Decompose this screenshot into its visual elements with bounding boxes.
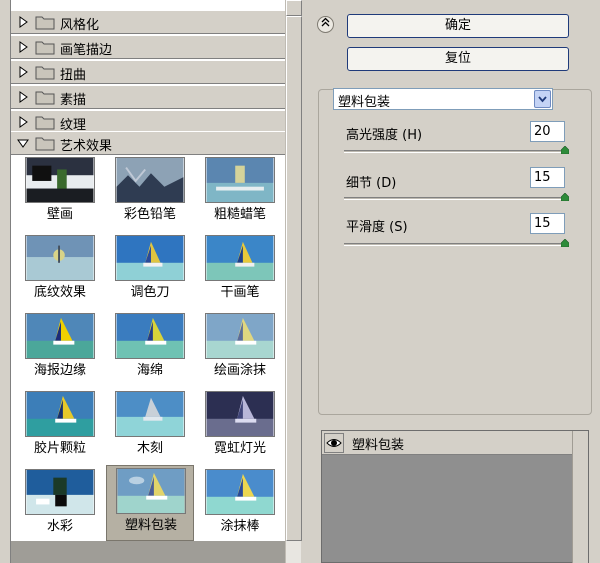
- collapse-gallery-button[interactable]: [317, 16, 334, 33]
- effect-layer-list: 塑料包装: [321, 430, 589, 563]
- thumbnail-image: [205, 469, 275, 515]
- folder-icon: [35, 137, 55, 151]
- highlight-strength-input[interactable]: 20: [530, 121, 565, 142]
- thumbnail-label: 壁画: [46, 207, 73, 222]
- thumbnail-film-grain[interactable]: 胶片颗粒: [16, 389, 104, 465]
- thumbnail-label: 调色刀: [130, 285, 170, 300]
- thumbnail-watercolor[interactable]: 水彩: [16, 467, 104, 543]
- category-brush-strokes[interactable]: 画笔描边: [11, 35, 285, 59]
- param-label: 平滑度 (S): [346, 220, 408, 235]
- effect-layer-row[interactable]: 塑料包装: [322, 431, 572, 455]
- layer-list-scrollbar[interactable]: [572, 431, 588, 563]
- thumbnail-label: 底纹效果: [33, 285, 86, 300]
- category-sketch[interactable]: 素描: [11, 85, 285, 109]
- scrollbar-thumb[interactable]: [286, 16, 302, 541]
- triangle-right-icon[interactable]: [17, 16, 29, 28]
- collapse-arrows-icon: [321, 17, 330, 27]
- category-label: 素描: [60, 93, 87, 108]
- triangle-right-icon[interactable]: [17, 116, 29, 128]
- category-label: 扭曲: [60, 68, 87, 83]
- gallery-bottom-area: [11, 541, 285, 563]
- folder-icon: [35, 41, 55, 55]
- thumbnail-label: 塑料包装: [124, 518, 177, 533]
- thumbnail-grid: 壁画 彩色铅笔 粗糙蜡笔 底纹效果 调色刀 干画笔 海报边缘 海绵 绘画涂抹 胶…: [11, 155, 285, 541]
- thumbnail-fresco[interactable]: 壁画: [16, 155, 104, 231]
- eye-icon: [326, 439, 342, 447]
- thumbnail-label: 彩色铅笔: [123, 207, 176, 222]
- thumbnail-plastic-wrap[interactable]: 塑料包装: [106, 465, 194, 541]
- param-label: 高光强度 (H): [346, 128, 423, 143]
- category-label: 风格化: [60, 18, 100, 33]
- thumbnail-image: [205, 157, 275, 203]
- thumbnail-label: 涂抹棒: [220, 519, 260, 534]
- thumbnail-colored-pencil[interactable]: 彩色铅笔: [106, 155, 194, 231]
- thumbnail-label: 胶片颗粒: [33, 441, 86, 456]
- thumbnail-image: [205, 313, 275, 359]
- thumbnail-sponge[interactable]: 海绵: [106, 311, 194, 387]
- thumbnail-image: [205, 391, 275, 437]
- triangle-right-icon[interactable]: [17, 41, 29, 53]
- folder-icon: [35, 116, 55, 130]
- thumbnail-dry-brush[interactable]: 干画笔: [196, 233, 284, 309]
- thumbnail-underpainting[interactable]: 底纹效果: [16, 233, 104, 309]
- smoothness-input[interactable]: 15: [530, 213, 565, 234]
- dropdown-button[interactable]: [534, 90, 551, 108]
- slider-knob-icon[interactable]: [561, 239, 569, 247]
- detail-input[interactable]: 15: [530, 167, 565, 188]
- thumbnail-image: [25, 157, 95, 203]
- thumbnail-image: [115, 157, 185, 203]
- thumbnail-label: 木刻: [136, 441, 163, 456]
- scroll-up-button[interactable]: [286, 0, 302, 16]
- thumbnail-label: 海报边缘: [33, 363, 86, 378]
- filter-select[interactable]: 塑料包装: [333, 88, 553, 110]
- triangle-right-icon[interactable]: [17, 66, 29, 78]
- thumbnail-image: [25, 313, 95, 359]
- thumbnail-label: 海绵: [136, 363, 163, 378]
- category-distort[interactable]: 扭曲: [11, 60, 285, 84]
- gallery-scrollbar[interactable]: [285, 0, 302, 563]
- triangle-down-icon[interactable]: [17, 137, 29, 149]
- thumbnail-image: [25, 235, 95, 281]
- thumbnail-rough-pastels[interactable]: 粗糙蜡笔: [196, 155, 284, 231]
- visibility-toggle[interactable]: [324, 433, 344, 453]
- category-stylize[interactable]: 风格化: [11, 10, 285, 34]
- thumbnail-image: [25, 391, 95, 437]
- thumbnail-label: 霓虹灯光: [213, 441, 266, 456]
- thumbnail-poster-edges[interactable]: 海报边缘: [16, 311, 104, 387]
- thumbnail-label: 水彩: [46, 519, 73, 534]
- thumbnail-image: [115, 235, 185, 281]
- ok-button[interactable]: 确定: [347, 14, 569, 38]
- filter-gallery: 风格化 画笔描边 扭曲 素描 纹理 艺术效果 壁画 彩色铅笔 粗糙蜡笔 底纹效果…: [10, 0, 302, 563]
- chevron-down-icon: [538, 96, 547, 103]
- thumbnail-paint-daubs[interactable]: 绘画涂抹: [196, 311, 284, 387]
- highlight-strength-slider[interactable]: [344, 150, 568, 153]
- thumbnail-smudge-stick[interactable]: 涂抹棒: [196, 467, 284, 543]
- thumbnail-image: [115, 313, 185, 359]
- detail-slider[interactable]: [344, 197, 568, 200]
- effect-layer-label: 塑料包装: [352, 438, 405, 453]
- thumbnail-cutout[interactable]: 木刻: [106, 389, 194, 465]
- slider-knob-icon[interactable]: [561, 146, 569, 154]
- category-label: 画笔描边: [60, 43, 113, 58]
- category-artistic[interactable]: 艺术效果: [11, 131, 285, 155]
- thumbnail-image: [115, 391, 185, 437]
- thumbnail-label: 绘画涂抹: [213, 363, 266, 378]
- thumbnail-label: 干画笔: [220, 285, 260, 300]
- thumbnail-image: [25, 469, 95, 515]
- slider-knob-icon[interactable]: [561, 193, 569, 201]
- thumbnail-palette-knife[interactable]: 调色刀: [106, 233, 194, 309]
- folder-icon: [35, 16, 55, 30]
- param-label: 细节 (D): [346, 176, 397, 191]
- category-label: 艺术效果: [60, 139, 113, 154]
- thumbnail-neon-glow[interactable]: 霓虹灯光: [196, 389, 284, 465]
- filter-select-value: 塑料包装: [338, 95, 391, 110]
- thumbnail-label: 粗糙蜡笔: [213, 207, 266, 222]
- smoothness-slider[interactable]: [344, 243, 568, 246]
- folder-icon: [35, 91, 55, 105]
- reset-button[interactable]: 复位: [347, 47, 569, 71]
- folder-icon: [35, 66, 55, 80]
- thumbnail-image: [116, 468, 186, 514]
- thumbnail-image: [205, 235, 275, 281]
- triangle-right-icon[interactable]: [17, 91, 29, 103]
